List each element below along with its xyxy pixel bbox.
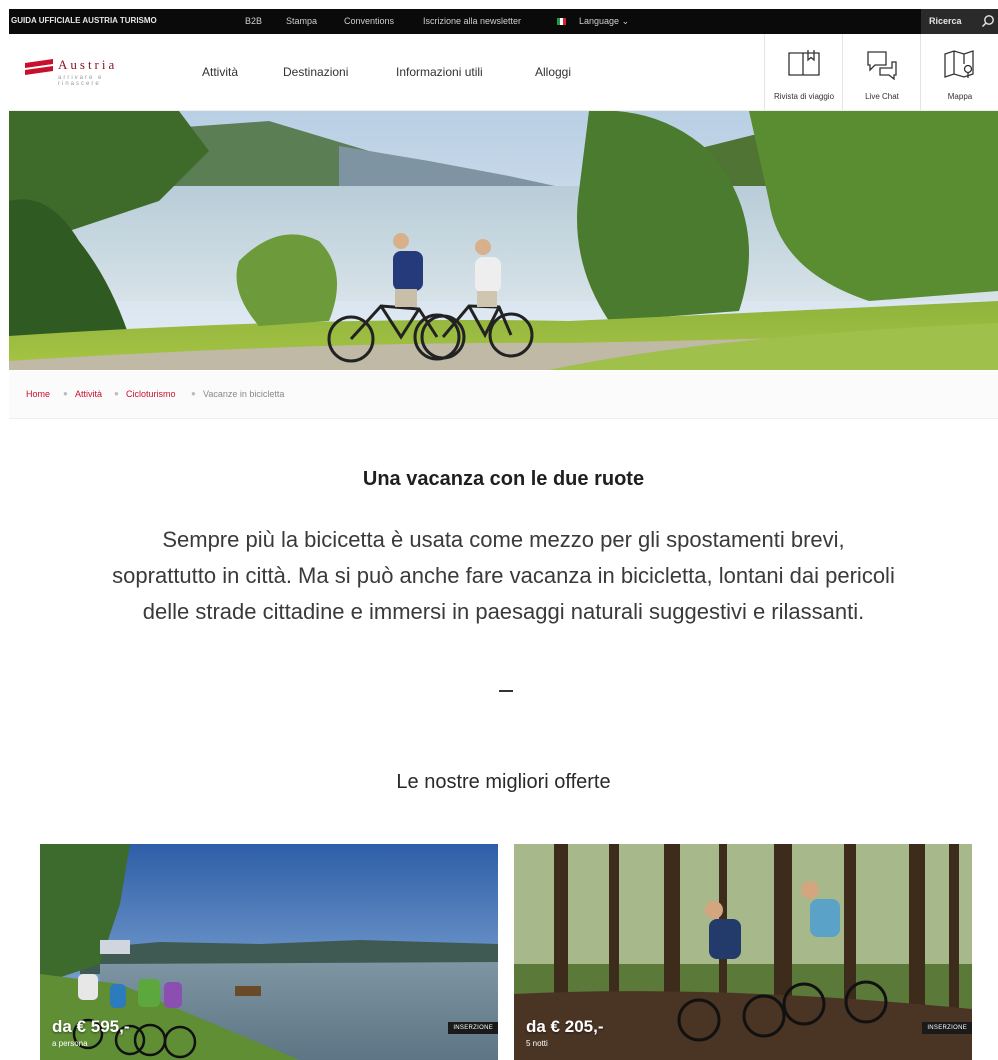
austria-flag-mark-icon <box>25 59 53 75</box>
breadcrumb-separator: ● <box>114 389 119 398</box>
book-icon <box>788 50 820 76</box>
offer-card-mountain-bike[interactable]: da € 205,- 5 notti INSERZIONE <box>514 844 972 1060</box>
main-navigation: Austria arrivare e rinascere Attività De… <box>9 34 998 111</box>
intro-paragraph: Sempre più la bicicetta è usata come mez… <box>112 527 895 624</box>
topbar-link-newsletter[interactable]: Iscrizione alla newsletter <box>423 16 521 26</box>
logo-tagline: arrivare e rinascere <box>58 75 104 87</box>
hero-image <box>9 111 998 370</box>
breadcrumb-current: Vacanze in bicicletta <box>203 389 285 399</box>
sponsored-badge: INSERZIONE <box>448 1022 498 1034</box>
top-bar: GUIDA UFFICIALE AUSTRIA TURISMO B2B Stam… <box>9 9 998 34</box>
breadcrumb-cicloturismo[interactable]: Cicloturismo <box>126 389 176 399</box>
chevron-down-icon: ⌄ <box>621 16 630 26</box>
topbar-link-conventions[interactable]: Conventions <box>344 16 394 26</box>
logo-wordmark: Austria <box>58 57 118 72</box>
italian-flag-icon <box>557 18 566 25</box>
live-chat-label: Live Chat <box>865 92 899 101</box>
topbar-link-stampa[interactable]: Stampa <box>286 16 317 26</box>
official-guide-label: GUIDA UFFICIALE AUSTRIA TURISMO <box>11 16 157 25</box>
austria-logo[interactable]: Austria arrivare e rinascere <box>25 56 145 96</box>
search-icon <box>981 15 994 28</box>
breadcrumb-separator: ● <box>63 389 68 398</box>
breadcrumb-separator: ● <box>191 389 196 398</box>
breadcrumb-home[interactable]: Home <box>26 389 50 399</box>
offer-price: da € 205,- <box>526 1017 604 1036</box>
breadcrumb-attivita[interactable]: Attività <box>75 389 102 399</box>
section-divider <box>499 690 513 692</box>
travel-magazine-label: Rivista di viaggio <box>773 92 835 101</box>
page-title: Una vacanza con le due ruote <box>362 468 645 490</box>
map-icon <box>944 50 974 78</box>
nav-item-attivita[interactable]: Attività <box>202 65 238 79</box>
nav-item-informazioni-utili[interactable]: Informazioni utili <box>396 65 483 79</box>
map-label: Mappa <box>947 92 973 101</box>
offer-price: da € 595,- <box>52 1017 130 1036</box>
nav-item-alloggi[interactable]: Alloggi <box>535 65 571 79</box>
sponsored-badge: INSERZIONE <box>922 1022 972 1034</box>
search-label: Ricerca <box>929 16 962 26</box>
language-label: Language <box>579 16 620 26</box>
live-chat-button[interactable]: Live Chat <box>842 34 921 110</box>
search-button[interactable]: Ricerca <box>921 9 998 34</box>
map-button[interactable]: Mappa <box>920 34 998 110</box>
chat-icon <box>867 51 897 80</box>
travel-magazine-button[interactable]: Rivista di viaggio <box>764 34 843 110</box>
offer-card-danube-cycling[interactable]: da € 595,- a persona INSERZIONE <box>40 844 498 1060</box>
offers-heading: Le nostre migliori offerte <box>396 771 611 793</box>
breadcrumb: Home ● Attività ● Cicloturismo ● Vacanze… <box>9 371 998 419</box>
offer-price-note: a persona <box>52 1039 88 1048</box>
nav-item-destinazioni[interactable]: Destinazioni <box>283 65 348 79</box>
topbar-link-b2b[interactable]: B2B <box>245 16 262 26</box>
offer-price-note: 5 notti <box>526 1039 548 1048</box>
language-selector[interactable]: Language ⌄ <box>579 16 629 27</box>
